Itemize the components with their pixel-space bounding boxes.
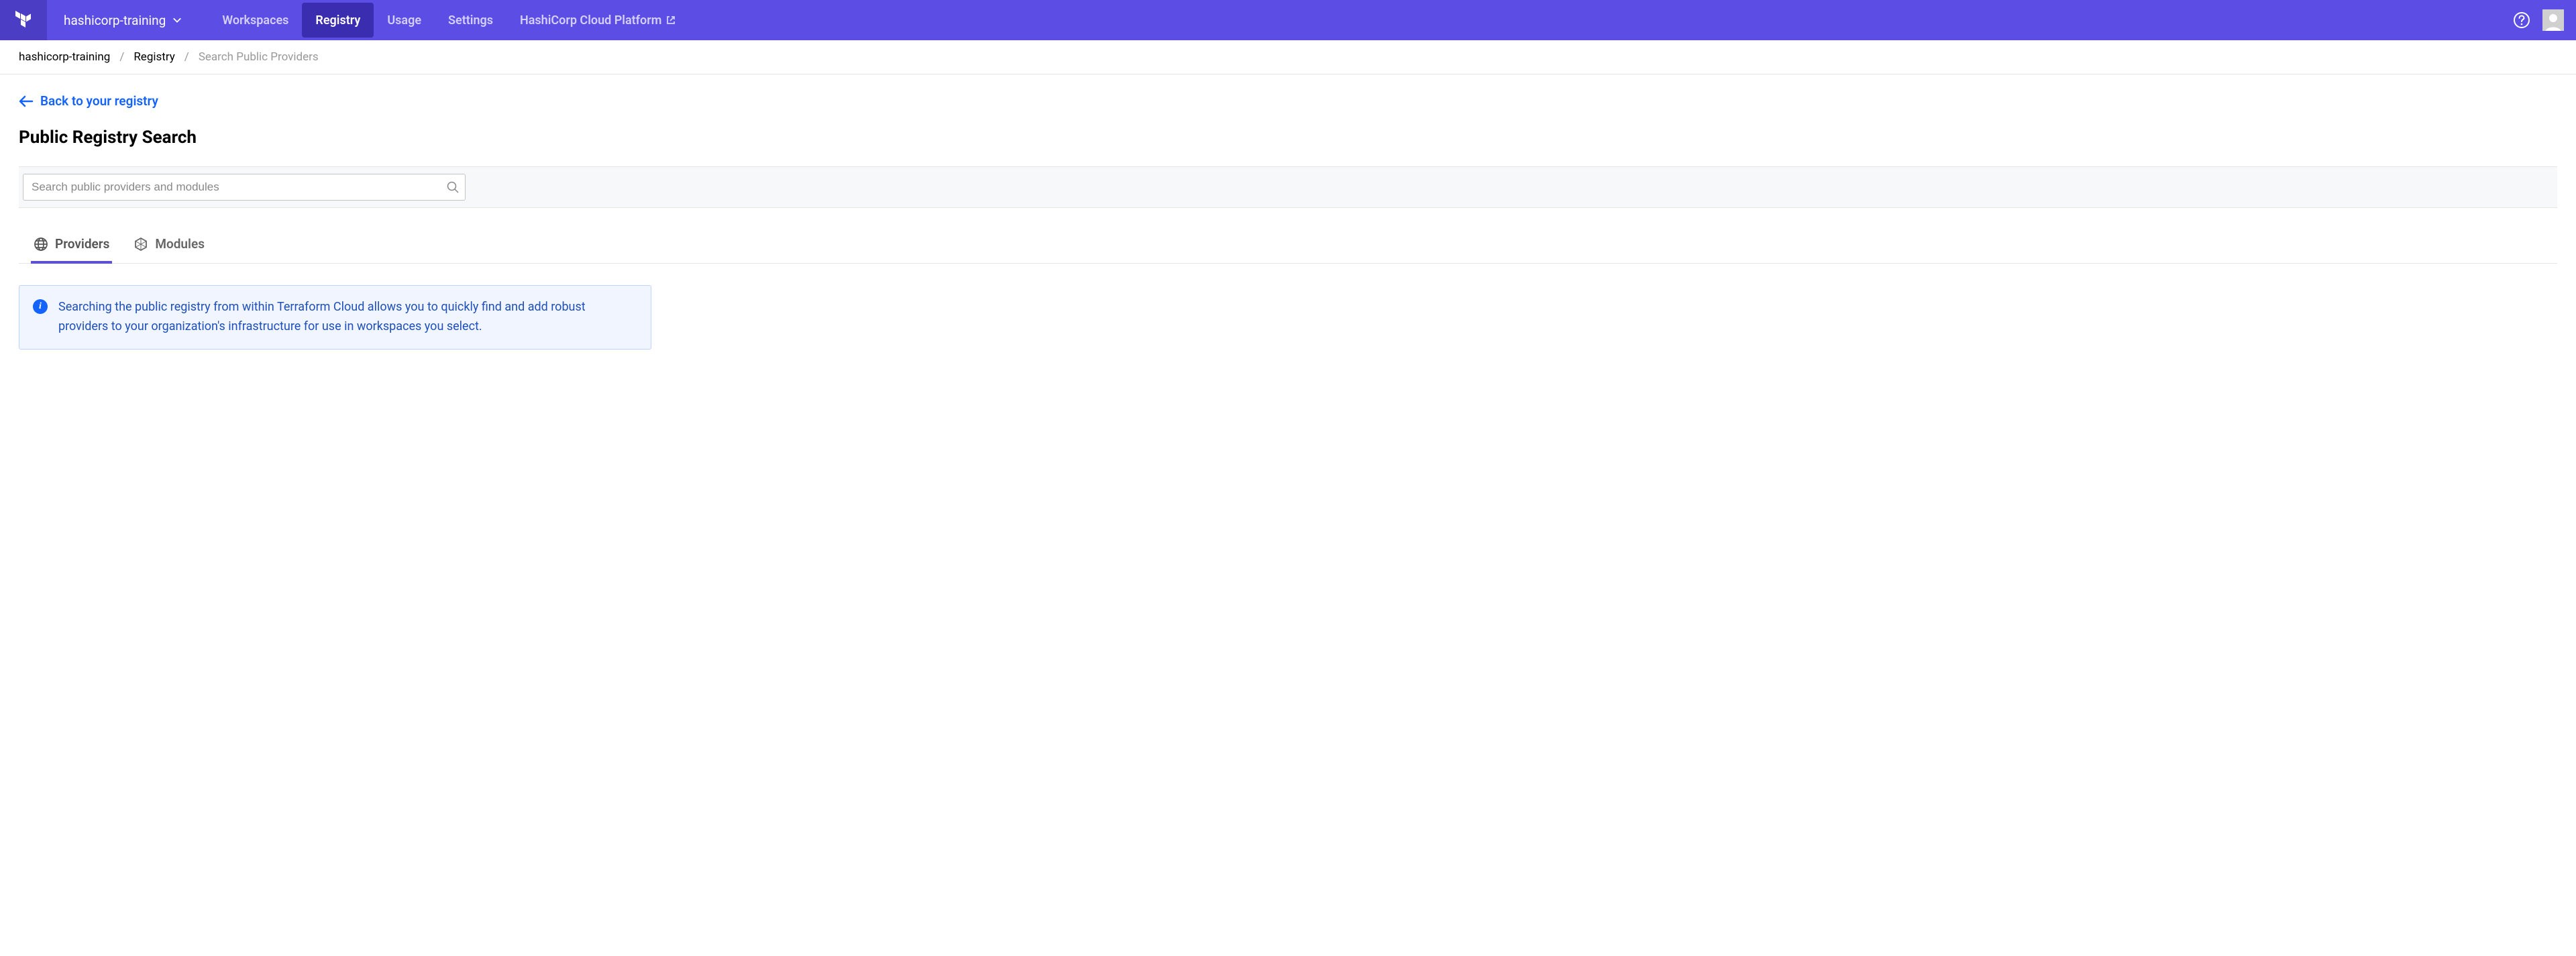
breadcrumb-registry[interactable]: Registry xyxy=(133,50,174,64)
nav-registry-label: Registry xyxy=(315,13,360,28)
chevron-down-icon xyxy=(172,15,182,25)
nav-right xyxy=(2513,9,2576,31)
search-input[interactable] xyxy=(23,174,466,201)
nav-hcp[interactable]: HashiCorp Cloud Platform xyxy=(506,3,690,38)
arrow-left-icon xyxy=(19,94,34,109)
breadcrumb-sep: / xyxy=(184,50,189,64)
org-selector[interactable]: hashicorp-training xyxy=(64,13,182,28)
tab-modules[interactable]: Modules xyxy=(131,227,207,264)
help-icon[interactable] xyxy=(2513,11,2530,29)
top-nav: hashicorp-training Workspaces Registry U… xyxy=(0,0,2576,40)
breadcrumb-org[interactable]: hashicorp-training xyxy=(19,50,110,64)
terraform-logo-icon xyxy=(14,11,33,30)
tab-modules-label: Modules xyxy=(155,236,205,252)
info-message: Searching the public registry from withi… xyxy=(58,298,637,337)
search-bar xyxy=(19,166,2557,208)
avatar-icon xyxy=(2543,11,2563,31)
nav-hcp-label: HashiCorp Cloud Platform xyxy=(520,13,661,28)
tab-providers[interactable]: Providers xyxy=(31,227,112,264)
tabs: Providers Modules xyxy=(19,227,2557,264)
nav-workspaces[interactable]: Workspaces xyxy=(209,3,302,38)
nav-settings-label: Settings xyxy=(448,13,493,28)
info-box: i Searching the public registry from wit… xyxy=(19,285,651,350)
back-link[interactable]: Back to your registry xyxy=(19,93,158,109)
info-icon: i xyxy=(33,299,48,314)
nav-usage-label: Usage xyxy=(387,13,421,28)
module-icon xyxy=(133,237,148,252)
user-avatar[interactable] xyxy=(2542,9,2564,31)
org-name: hashicorp-training xyxy=(64,13,166,28)
tab-providers-label: Providers xyxy=(55,236,109,252)
back-link-label: Back to your registry xyxy=(40,93,158,109)
breadcrumb-current: Search Public Providers xyxy=(199,50,319,64)
page-title: Public Registry Search xyxy=(19,127,2557,148)
search-input-wrap xyxy=(23,174,466,201)
terraform-logo[interactable] xyxy=(0,0,47,40)
nav-settings[interactable]: Settings xyxy=(435,3,506,38)
nav-items: Workspaces Registry Usage Settings Hashi… xyxy=(209,3,690,38)
nav-registry[interactable]: Registry xyxy=(302,3,374,38)
content: Back to your registry Public Registry Se… xyxy=(0,74,2576,368)
nav-usage[interactable]: Usage xyxy=(374,3,435,38)
search-icon xyxy=(447,181,459,193)
external-link-icon xyxy=(665,15,676,25)
breadcrumb: hashicorp-training / Registry / Search P… xyxy=(0,40,2576,74)
nav-workspaces-label: Workspaces xyxy=(222,13,288,28)
globe-icon xyxy=(34,237,48,252)
breadcrumb-sep: / xyxy=(119,50,124,64)
